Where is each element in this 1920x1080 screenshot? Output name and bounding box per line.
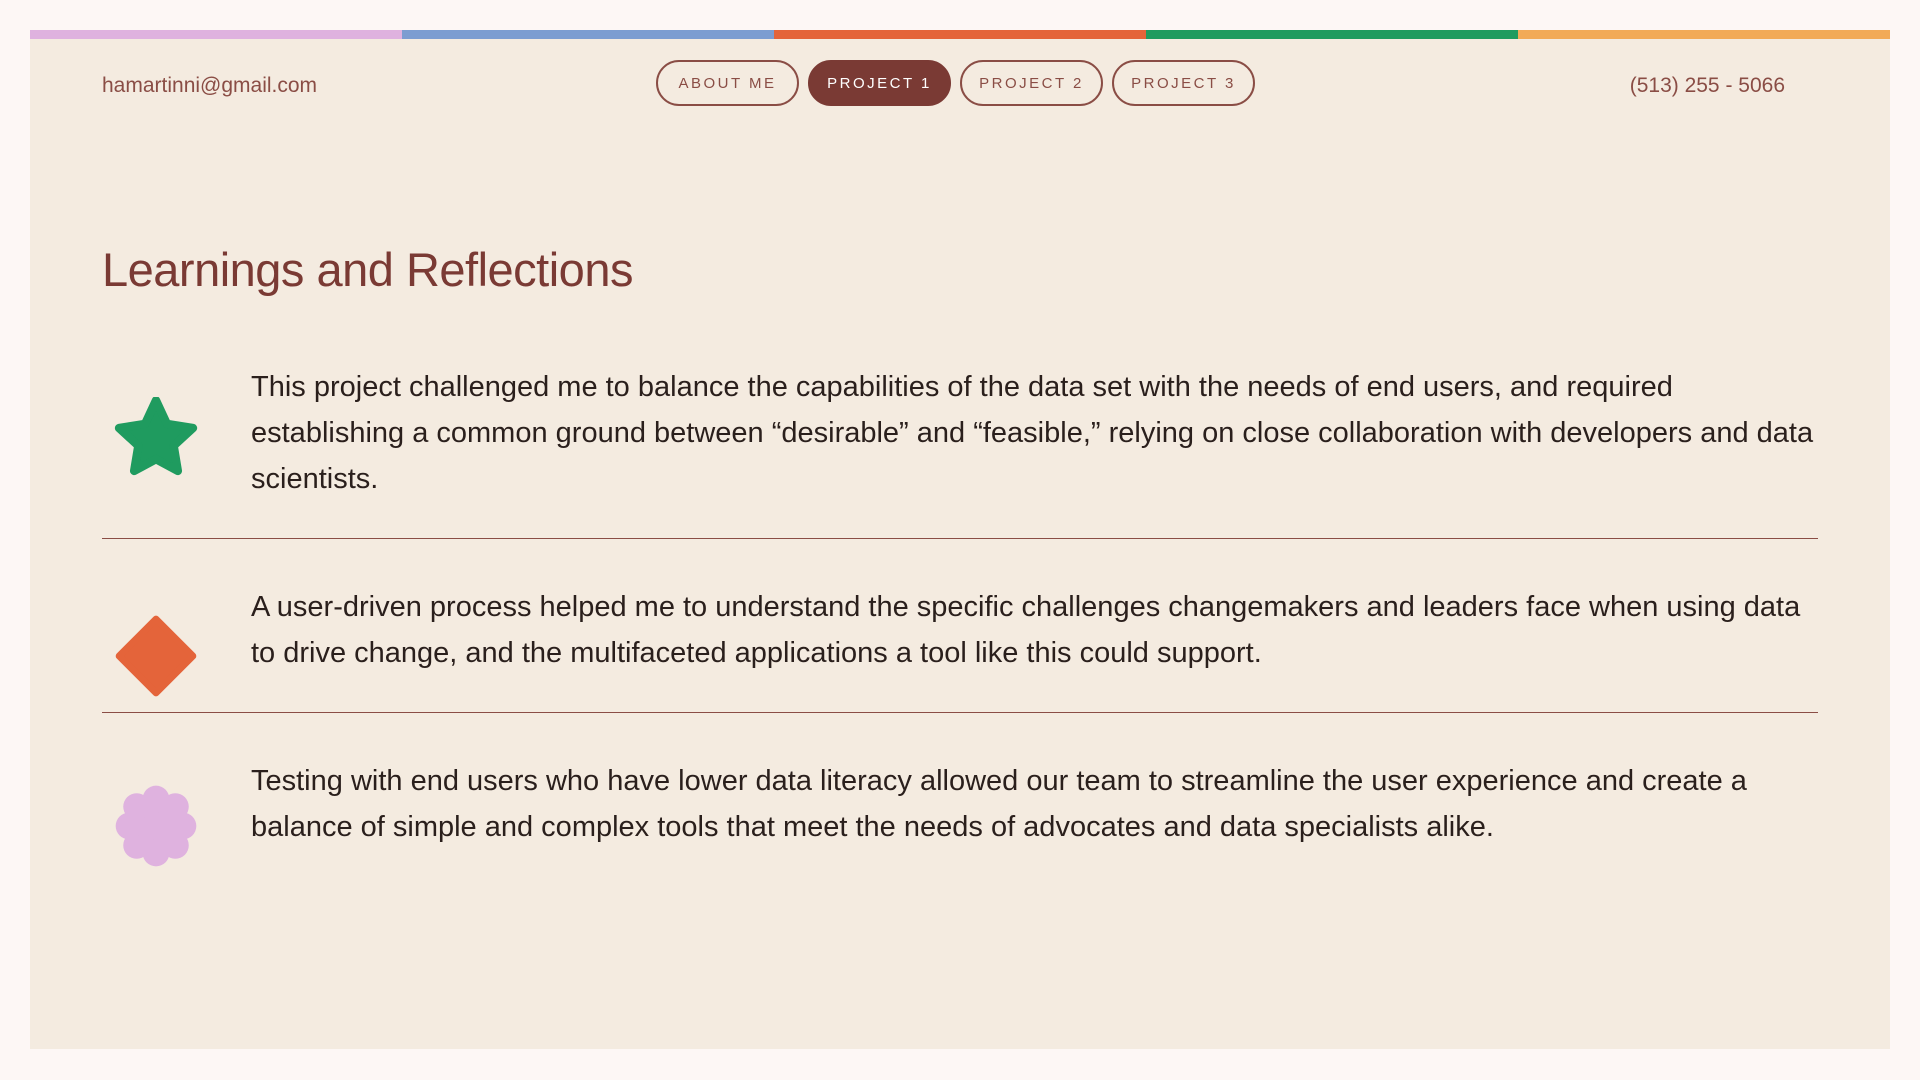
color-strip-segment	[1518, 30, 1890, 39]
divider	[102, 538, 1818, 539]
color-strip	[30, 30, 1890, 39]
nav-project-2-button[interactable]: PROJECT 2	[960, 60, 1103, 106]
color-strip-segment	[1146, 30, 1518, 39]
page-title: Learnings and Reflections	[102, 243, 633, 296]
nav-about-me-button[interactable]: ABOUT ME	[656, 60, 799, 106]
color-strip-segment	[402, 30, 774, 39]
star-icon	[114, 397, 198, 476]
reflection-text: This project challenged me to balance th…	[251, 371, 1814, 495]
nav-project-1-button[interactable]: PROJECT 1	[808, 60, 951, 106]
color-strip-segment	[30, 30, 402, 39]
reflection-item: Testing with end users who have lower da…	[102, 758, 1818, 867]
reflection-text: A user-driven process helped me to under…	[251, 591, 1801, 669]
reflection-text: Testing with end users who have lower da…	[251, 765, 1747, 843]
divider	[102, 712, 1818, 713]
email-link[interactable]: hamartinni@gmail.com	[102, 72, 317, 100]
diamond-icon	[115, 615, 197, 697]
color-strip-segment	[774, 30, 1146, 39]
project-nav: ABOUT ME PROJECT 1 PROJECT 2 PROJECT 3	[656, 60, 1255, 106]
nav-project-3-button[interactable]: PROJECT 3	[1112, 60, 1255, 106]
reflection-item: This project challenged me to balance th…	[102, 364, 1818, 504]
phone-link[interactable]: (513) 255 - 5066	[1630, 72, 1785, 100]
reflection-item: A user-driven process helped me to under…	[102, 584, 1818, 697]
flower-icon	[115, 785, 197, 867]
page-frame: hamartinni@gmail.com ABOUT ME PROJECT 1 …	[30, 30, 1890, 1049]
